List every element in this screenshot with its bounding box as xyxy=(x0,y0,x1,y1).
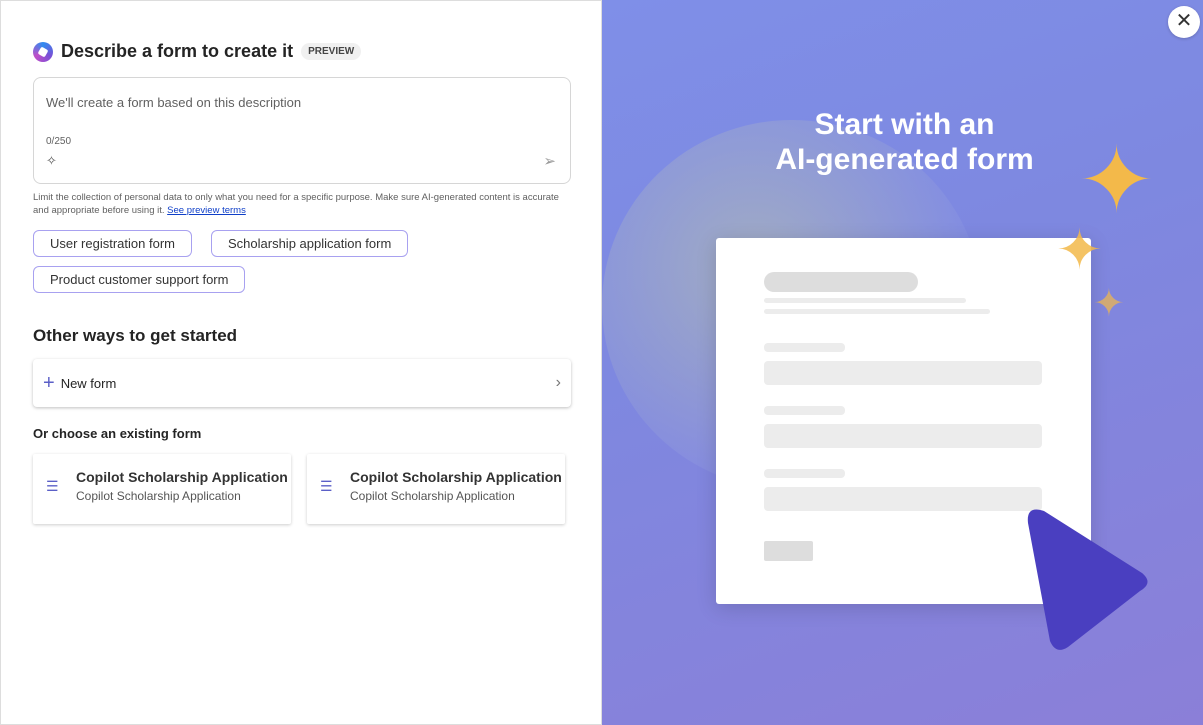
other-ways-heading: Other ways to get started xyxy=(33,326,238,345)
placeholder-button xyxy=(764,541,813,561)
sparkle-medium-icon: ✦ xyxy=(1056,218,1103,281)
preview-badge: PREVIEW xyxy=(301,43,362,60)
existing-form-card[interactable]: ☰ Copilot Scholarship Application Copilo… xyxy=(307,454,565,524)
new-form-button[interactable]: + New form › xyxy=(33,359,571,407)
existing-form-card[interactable]: ☰ Copilot Scholarship Application Copilo… xyxy=(33,454,291,524)
placeholder-label xyxy=(764,406,845,415)
disclaimer-text: Limit the collection of personal data to… xyxy=(33,192,559,216)
preview-terms-link[interactable]: See preview terms xyxy=(167,205,246,216)
form-title: Copilot Scholarship Application xyxy=(350,469,562,485)
sparkle-small-icon: ✦ xyxy=(1093,283,1125,325)
header: Describe a form to create it PREVIEW xyxy=(33,41,362,62)
suggestion-chip[interactable]: Scholarship application form xyxy=(211,230,409,257)
cursor-arrow-icon xyxy=(1027,509,1148,650)
form-title: Copilot Scholarship Application xyxy=(76,469,288,485)
plus-icon: + xyxy=(43,371,55,394)
description-input[interactable]: We'll create a form based on this descri… xyxy=(33,77,571,184)
placeholder-line xyxy=(764,298,966,303)
existing-form-label: Or choose an existing form xyxy=(33,426,202,441)
chevron-right-icon: › xyxy=(555,374,561,391)
send-icon[interactable]: ➢ xyxy=(543,152,556,170)
create-form-panel: Describe a form to create it PREVIEW We'… xyxy=(0,0,602,725)
close-button[interactable]: ✕ xyxy=(1168,6,1200,38)
placeholder-label xyxy=(764,469,845,478)
description-placeholder: We'll create a form based on this descri… xyxy=(46,95,302,110)
placeholder-field xyxy=(764,424,1042,448)
suggestion-chip[interactable]: Product customer support form xyxy=(33,266,246,293)
form-list-icon: ☰ xyxy=(46,478,59,494)
placeholder-label xyxy=(764,343,845,352)
placeholder-field xyxy=(764,487,1042,511)
close-icon: ✕ xyxy=(1175,10,1193,32)
sparkle-icon[interactable]: ✧ xyxy=(46,153,57,169)
page-title: Describe a form to create it xyxy=(61,41,294,61)
suggestion-chip[interactable]: User registration form xyxy=(33,230,192,257)
placeholder-line xyxy=(764,309,990,314)
copilot-logo-icon xyxy=(33,41,53,62)
form-subtitle: Copilot Scholarship Application xyxy=(350,489,515,503)
form-list-icon: ☰ xyxy=(320,478,333,494)
sparkle-large-icon: ✦ xyxy=(1078,130,1156,232)
form-subtitle: Copilot Scholarship Application xyxy=(76,489,241,503)
new-form-label: New form xyxy=(60,375,117,391)
hero-illustration-panel: Start with an AI-generated form ✦ ✦ ✦ xyxy=(602,0,1203,725)
placeholder-field xyxy=(764,361,1042,385)
character-counter: 0/250 xyxy=(46,136,72,147)
placeholder-title-bar xyxy=(764,272,918,292)
disclaimer: Limit the collection of personal data to… xyxy=(33,191,563,217)
